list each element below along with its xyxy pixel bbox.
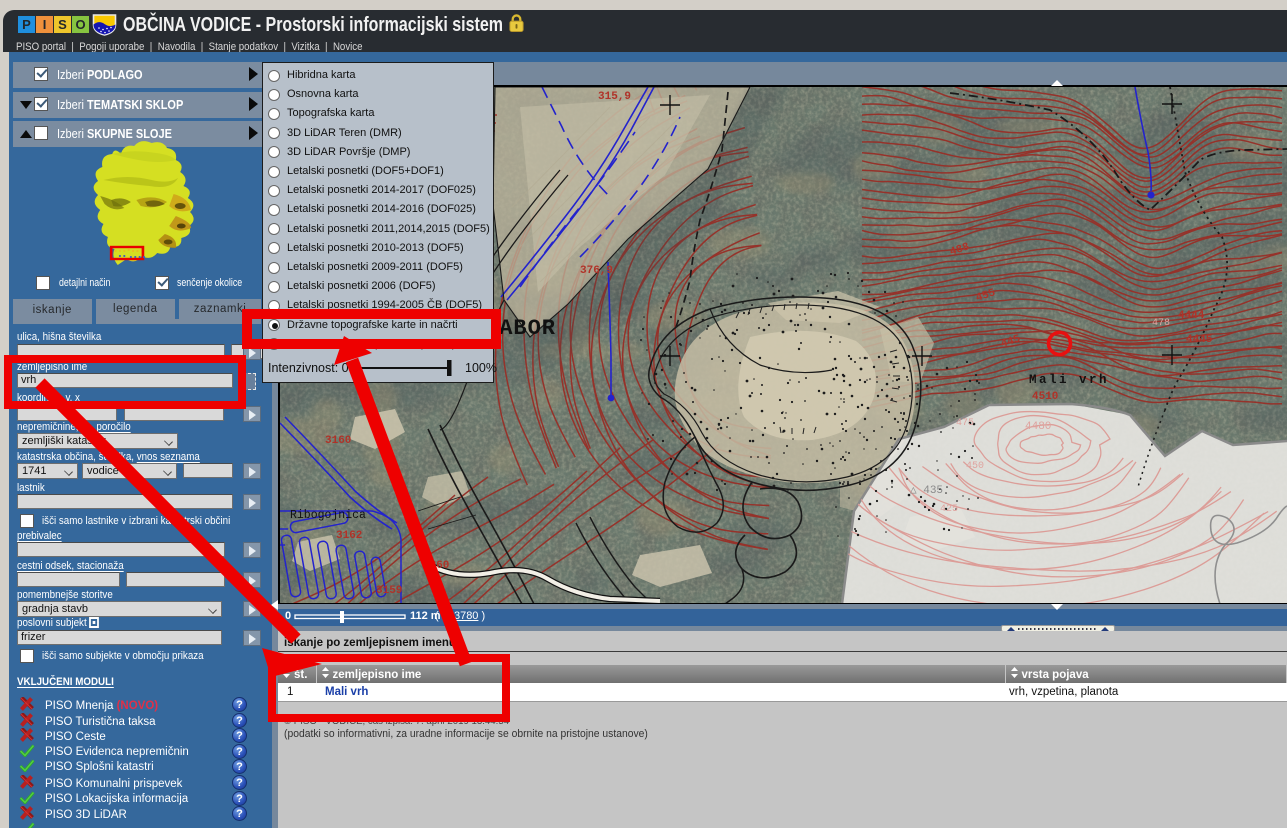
svg-text:315,9: 315,9: [598, 91, 631, 103]
svg-text:4480: 4480: [1025, 421, 1051, 433]
svg-text:478: 478: [1152, 318, 1170, 329]
svg-text:3160: 3160: [325, 435, 351, 447]
svg-text:3159: 3159: [376, 585, 402, 597]
svg-text:△ 435: △ 435: [910, 485, 943, 497]
svg-text:4444: 4444: [1178, 310, 1205, 322]
svg-text:4445: 4445: [1186, 334, 1213, 346]
svg-text:425: 425: [940, 504, 958, 515]
svg-text:450: 450: [966, 461, 984, 472]
svg-text:TABOR: TABOR: [485, 316, 556, 341]
svg-text:475: 475: [956, 418, 974, 429]
svg-text:4510: 4510: [1032, 391, 1058, 403]
svg-text:Ribogojnica: Ribogojnica: [290, 509, 366, 522]
svg-text:3260: 3260: [423, 560, 449, 572]
svg-text:Mali vrh: Mali vrh: [1029, 373, 1109, 387]
svg-text:376,9: 376,9: [580, 265, 613, 277]
svg-text:3162: 3162: [336, 530, 362, 542]
